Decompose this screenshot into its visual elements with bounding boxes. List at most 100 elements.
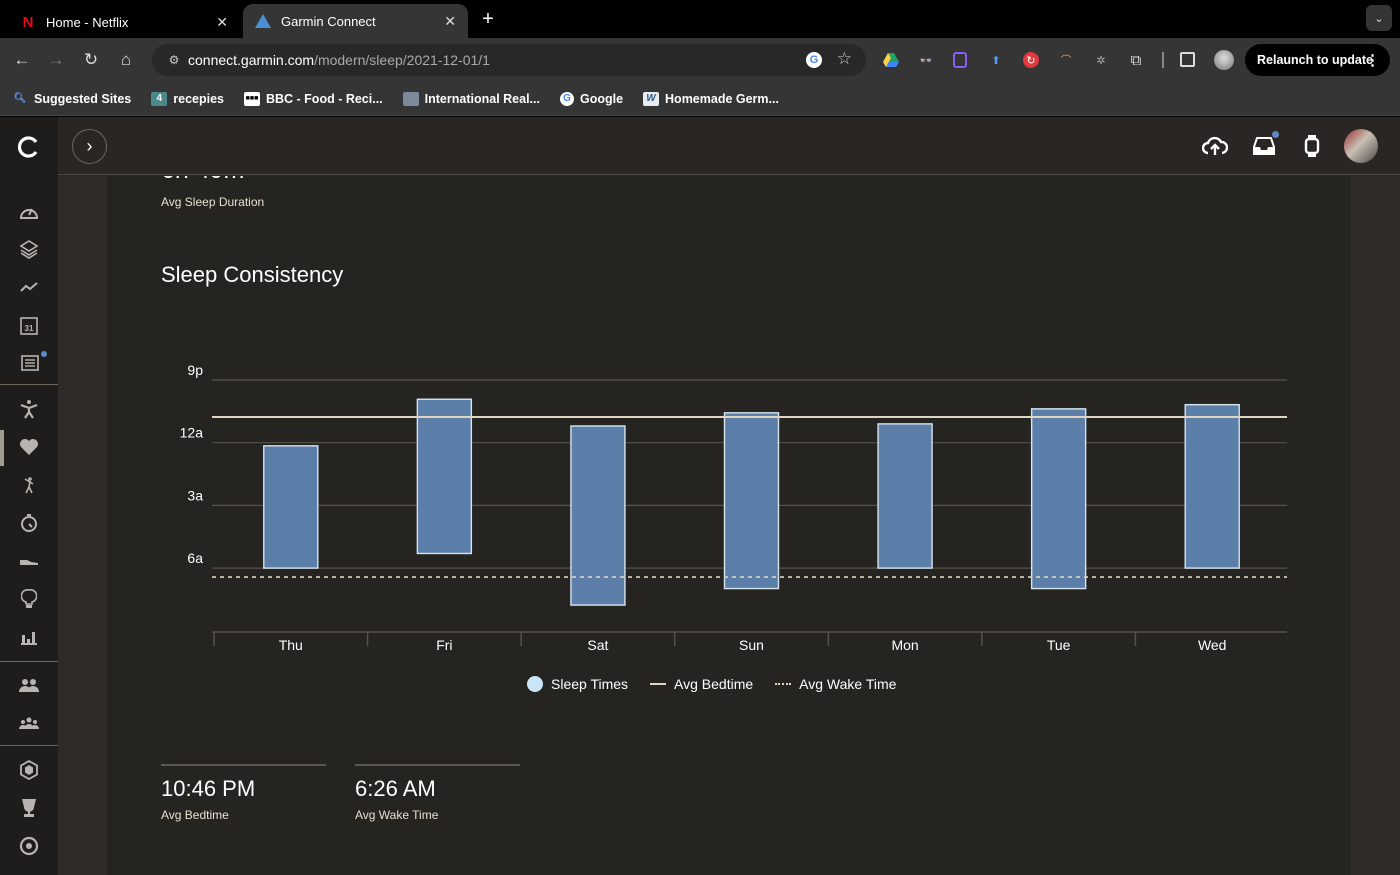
right-gutter <box>1351 176 1400 875</box>
stat-avg-bedtime: 10:46 PM Avg Bedtime <box>161 764 326 822</box>
address-bar[interactable]: ⚙ connect.garmin.com/modern/sleep/2021-1… <box>152 44 866 76</box>
bookmark-google[interactable]: G Google <box>559 91 624 106</box>
bookmark-homemade-germ[interactable]: W Homemade Germ... <box>643 91 779 106</box>
groups-icon[interactable] <box>17 711 41 735</box>
device-watch-icon[interactable] <box>1299 133 1325 159</box>
tab-search-button[interactable]: ⌄ <box>1366 5 1392 31</box>
forward-button[interactable]: → <box>46 50 66 70</box>
reload-button[interactable]: ↻ <box>81 50 101 70</box>
legend-dot-icon <box>527 676 543 692</box>
expand-sidebar-button[interactable]: › <box>72 129 107 164</box>
health-heart-icon[interactable] <box>17 435 41 459</box>
tab-title: Garmin Connect <box>281 13 376 29</box>
extension-purple-icon[interactable] <box>953 52 967 68</box>
goals-target-icon[interactable] <box>17 834 41 858</box>
bookmark-bbc-food[interactable]: ■■■ BBC - Food - Reci... <box>243 91 383 106</box>
reports-bar-chart-icon[interactable] <box>17 625 41 649</box>
sleep-bar-thu[interactable] <box>263 445 319 569</box>
dashboard-gauge-icon[interactable] <box>17 199 41 223</box>
bookmark-international-real[interactable]: International Real... <box>402 91 540 106</box>
close-tab-icon[interactable]: ✕ <box>444 13 456 30</box>
home-button[interactable]: ⌂ <box>116 50 136 70</box>
y-tick-label: 3a <box>187 487 203 503</box>
bookmark-suggested-sites[interactable]: 🔍︎ Suggested Sites <box>12 91 132 106</box>
bookmark-star-icon[interactable]: ☆ <box>837 49 852 69</box>
badges-hexagon-icon[interactable] <box>17 758 41 782</box>
stopwatch-icon[interactable] <box>17 511 41 535</box>
app-header: › <box>58 117 1400 175</box>
x-tick-label: Tue <box>1047 637 1071 653</box>
stat-label: Avg Bedtime <box>161 808 229 822</box>
more-menu-icon[interactable]: ⋮ <box>1365 51 1380 69</box>
insights-lightbulb-icon[interactable] <box>17 587 41 611</box>
browser-toolbar: ← → ↻ ⌂ ⚙ connect.garmin.com/modern/slee… <box>0 38 1400 82</box>
legend-sleep-times[interactable]: Sleep Times <box>527 676 628 692</box>
site-icon <box>402 91 419 106</box>
x-tick-label: Wed <box>1198 637 1227 653</box>
extension-loader-icon[interactable]: ✲ <box>1093 52 1109 68</box>
toolbar-separator <box>1162 52 1164 68</box>
activities-person-icon[interactable] <box>17 397 41 421</box>
sleep-bar-sun[interactable] <box>723 412 780 590</box>
legend-label: Avg Bedtime <box>674 676 754 692</box>
insights-line-icon[interactable] <box>17 275 41 299</box>
legend-avg-wake-time[interactable]: Avg Wake Time <box>775 676 896 692</box>
bookmark-label: BBC - Food - Reci... <box>265 91 383 106</box>
google-lens-icon[interactable]: G <box>806 52 822 68</box>
close-tab-icon[interactable]: ✕ <box>216 14 228 31</box>
upload-cloud-icon[interactable] <box>1202 133 1228 159</box>
sleep-bar-sat[interactable] <box>570 425 626 606</box>
bookmark-label: Google <box>579 91 624 106</box>
tab-garmin-connect[interactable]: Garmin Connect ✕ <box>243 4 468 38</box>
relaunch-to-update-button[interactable]: Relaunch to update ⋮ <box>1245 44 1390 76</box>
legend-dotted-line-icon <box>775 683 792 685</box>
sleep-bar-mon[interactable] <box>877 423 933 569</box>
extension-glasses-icon[interactable]: 👓 <box>918 52 934 68</box>
bookmark-label: Homemade Germ... <box>665 91 779 106</box>
bookmark-label: Suggested Sites <box>34 91 132 106</box>
x-tick-label: Sat <box>587 637 608 653</box>
stat-label: Avg Wake Time <box>355 808 439 822</box>
site-settings-icon[interactable]: ⚙ <box>160 53 188 67</box>
challenges-trophy-icon[interactable] <box>17 796 41 820</box>
url-text[interactable]: connect.garmin.com/modern/sleep/2021-12-… <box>188 52 490 68</box>
connections-icon[interactable] <box>17 673 41 697</box>
sleep-bar-tue[interactable] <box>1030 408 1087 590</box>
bookmark-recepies[interactable]: 4 recepies <box>151 91 224 106</box>
tab-netflix[interactable]: N Home - Netflix ✕ <box>8 6 240 38</box>
extensions-puzzle-icon[interactable]: ⧉ <box>1128 52 1144 69</box>
netflix-icon: N <box>22 13 34 31</box>
garmin-connect-logo[interactable] <box>16 135 40 159</box>
url-host: connect.garmin.com <box>188 52 315 68</box>
extension-sync-icon[interactable]: ↻ <box>1023 52 1039 68</box>
x-tick-label: Sun <box>739 637 764 653</box>
google-icon: G <box>559 91 574 106</box>
news-feed-icon[interactable] <box>17 351 41 375</box>
x-tick-label: Mon <box>891 637 918 653</box>
golf-icon[interactable] <box>17 473 41 497</box>
left-gutter <box>58 176 107 875</box>
stat-value: 6:26 AM <box>355 776 436 801</box>
back-button[interactable]: ← <box>12 50 32 70</box>
layers-icon[interactable] <box>17 237 41 261</box>
legend-avg-bedtime[interactable]: Avg Bedtime <box>650 676 753 692</box>
side-panel-icon[interactable] <box>1180 52 1195 67</box>
user-avatar[interactable] <box>1344 129 1378 163</box>
legend-label: Avg Wake Time <box>799 676 897 692</box>
extension-arrow-icon[interactable]: ⬆ <box>988 52 1004 68</box>
active-indicator <box>0 430 4 466</box>
gear-shoe-icon[interactable] <box>17 549 41 573</box>
x-tick-label: Fri <box>436 637 452 653</box>
browser-profile-avatar[interactable] <box>1214 50 1234 70</box>
new-tab-button[interactable]: + <box>478 8 498 31</box>
sleep-bar-fri[interactable] <box>416 398 473 555</box>
tab-bar: N Home - Netflix ✕ Garmin Connect ✕ + ⌄ <box>0 0 1400 38</box>
calendar-icon[interactable]: 31 <box>17 313 41 337</box>
sidebar: 31 <box>0 117 58 875</box>
garmin-icon <box>255 13 271 29</box>
sleep-bar-wed[interactable] <box>1184 403 1240 569</box>
extension-rainbow-icon[interactable]: ⌒ <box>1058 52 1074 68</box>
bbc-icon: ■■■ <box>243 91 260 106</box>
google-drive-icon[interactable] <box>883 52 899 68</box>
sidebar-divider <box>0 661 58 662</box>
